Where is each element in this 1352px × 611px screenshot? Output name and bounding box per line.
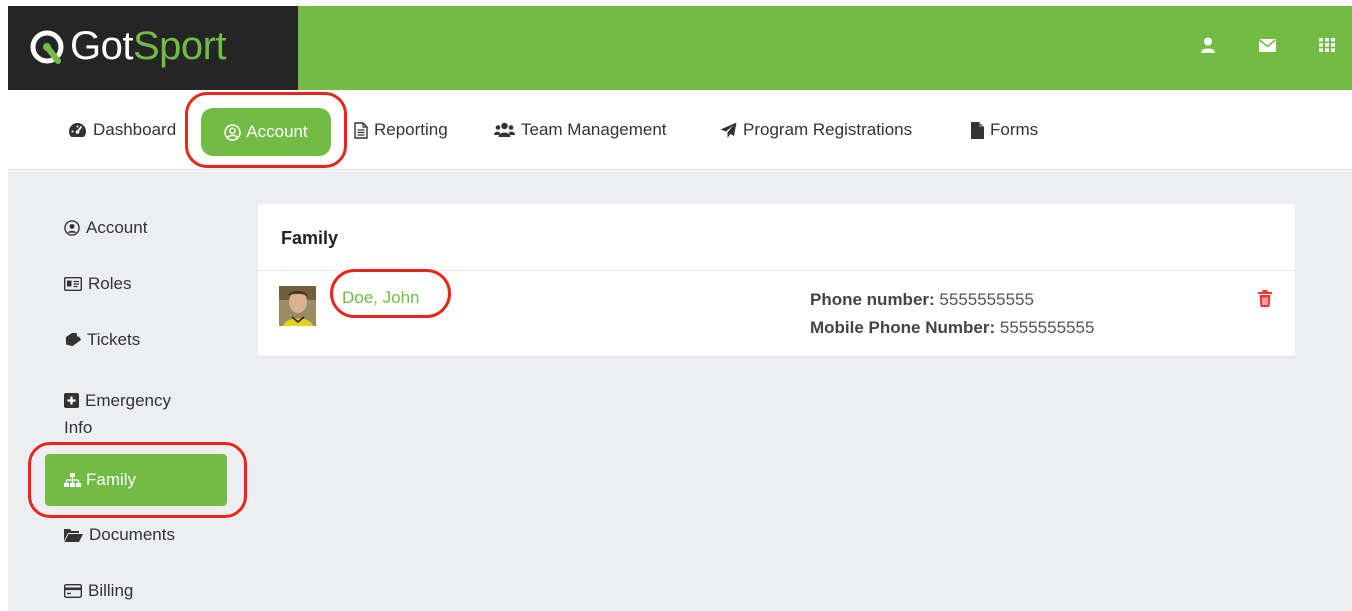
file-icon (971, 121, 984, 139)
nav-program-registrations[interactable]: Program Registrations (720, 114, 912, 146)
sidebar-item-emergency-label2: Info (64, 418, 93, 437)
credit-card-icon (64, 584, 82, 598)
sidebar-item-tickets-label: Tickets (87, 330, 141, 349)
sidebar-item-billing[interactable]: Billing (64, 581, 133, 601)
sitemap-icon (64, 472, 81, 487)
logo-sport: Sport (132, 24, 227, 68)
main-content: Account Roles Tickets Emergency Info Fam… (8, 171, 1352, 611)
nav-account-label: Account (246, 122, 308, 141)
logo[interactable]: GotSport (8, 6, 298, 90)
nav-dashboard[interactable]: Dashboard (68, 114, 176, 146)
user-icon[interactable] (1197, 34, 1219, 56)
apps-grid-icon[interactable] (1316, 34, 1338, 56)
sidebar-item-tickets[interactable]: Tickets (64, 330, 140, 350)
gotsport-logo-icon (30, 30, 64, 64)
phone-number: Phone number: 5555555555 (810, 290, 1034, 310)
file-text-icon (354, 121, 368, 139)
sidebar-item-family[interactable]: Family (45, 454, 227, 506)
family-card-title: Family (281, 228, 339, 248)
nav-team-management[interactable]: Team Management (494, 114, 667, 146)
id-card-icon (64, 277, 82, 291)
nav-reporting-label: Reporting (374, 120, 448, 139)
user-circle-icon (64, 220, 80, 236)
envelope-icon[interactable] (1256, 34, 1278, 56)
main-nav: Dashboard Account Reporting Team Managem… (8, 90, 1352, 170)
users-icon (494, 122, 515, 137)
top-bar: GotSport (8, 6, 1352, 90)
sidebar-item-documents-label: Documents (89, 525, 175, 544)
app-frame: GotSport Dashboard Account Reporting Tea… (8, 6, 1352, 611)
user-circle-icon (224, 123, 242, 141)
sidebar-item-account[interactable]: Account (64, 218, 147, 238)
ticket-icon (65, 332, 81, 346)
avatar[interactable] (279, 286, 316, 326)
phone-number-label: Phone number: (810, 290, 935, 309)
sidebar-item-account-label: Account (86, 218, 148, 237)
mobile-phone-number: Mobile Phone Number: 5555555555 (810, 318, 1094, 338)
sidebar-item-emergency-label: Emergency (85, 391, 171, 410)
sidebar-item-family-label: Family (86, 470, 137, 489)
logo-got: Got (70, 24, 133, 68)
nav-account[interactable]: Account (201, 108, 331, 156)
nav-program-registrations-label: Program Registrations (743, 120, 913, 139)
nav-dashboard-label: Dashboard (93, 120, 177, 139)
family-card: Family Doe, John Phone number: 555555555… (258, 204, 1295, 356)
sidebar-item-roles[interactable]: Roles (64, 274, 131, 294)
card-divider (258, 270, 1295, 271)
nav-reporting[interactable]: Reporting (354, 114, 448, 146)
mobile-phone-label: Mobile Phone Number: (810, 318, 996, 337)
sidebar-item-documents[interactable]: Documents (64, 525, 175, 545)
nav-team-management-label: Team Management (521, 120, 667, 139)
paper-plane-icon (720, 122, 737, 138)
sidebar-item-billing-label: Billing (88, 581, 134, 600)
folder-open-icon (64, 529, 83, 542)
trash-icon[interactable] (1257, 290, 1273, 308)
plus-square-icon (64, 393, 79, 408)
member-name-link[interactable]: Doe, John (342, 288, 420, 308)
sidebar-item-roles-label: Roles (88, 274, 132, 293)
phone-number-value: 5555555555 (939, 290, 1034, 309)
sidebar-item-emergency-info[interactable]: Emergency Info (64, 387, 214, 441)
mobile-phone-value: 5555555555 (999, 318, 1095, 337)
nav-forms-label: Forms (990, 120, 1039, 139)
logo-text: GotSport (70, 20, 227, 72)
tachometer-icon (69, 123, 86, 137)
nav-forms[interactable]: Forms (970, 114, 1038, 146)
